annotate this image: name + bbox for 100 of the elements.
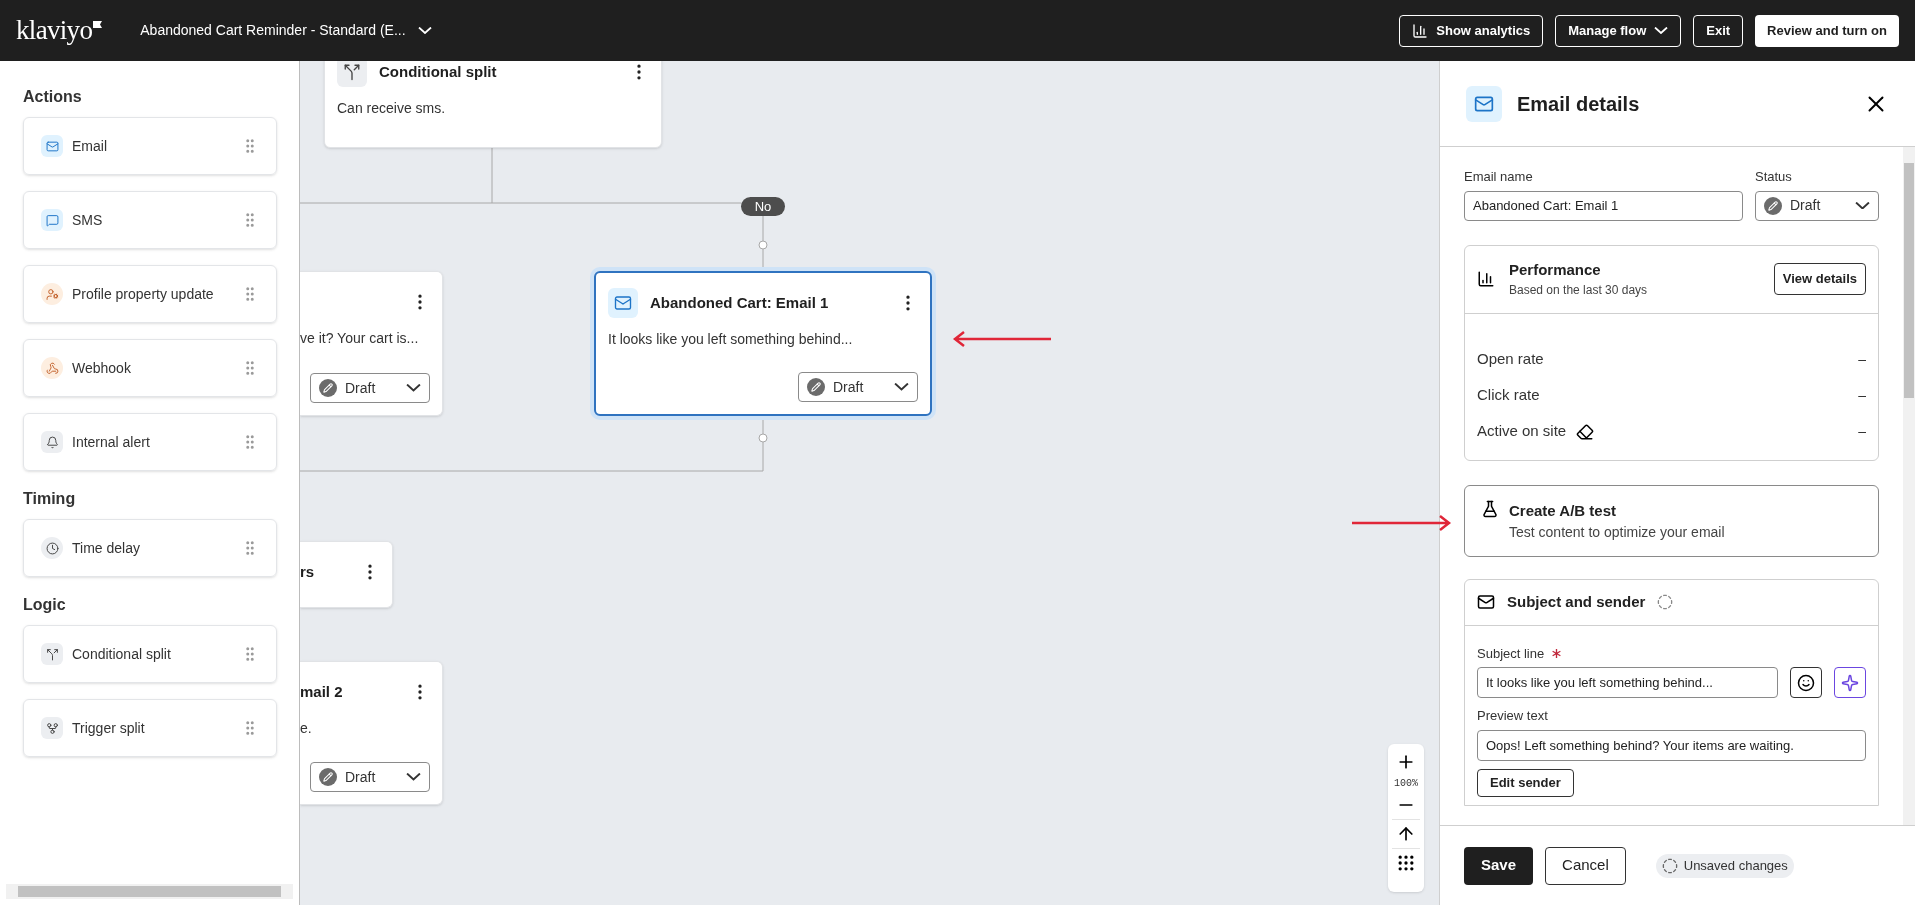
- branch-label: No: [741, 197, 785, 216]
- flow-node-card[interactable]: rs: [300, 541, 393, 608]
- envelope-icon: [1466, 85, 1502, 122]
- bell-icon: [41, 431, 63, 453]
- node-title: Conditional split: [379, 61, 497, 82]
- split-arrows-icon: [337, 61, 367, 87]
- view-details-button[interactable]: View details: [1773, 263, 1866, 295]
- bar-chart-icon: [1477, 270, 1495, 288]
- card-subtitle: Based on the last 30 days: [1509, 282, 1649, 300]
- unsaved-changes-badge: Unsaved changes: [1655, 853, 1794, 878]
- ai-assist-button[interactable]: [1834, 667, 1866, 698]
- field-label: Preview text: [1477, 707, 1549, 725]
- save-button[interactable]: Save: [1464, 846, 1534, 885]
- draft-icon: [807, 378, 825, 396]
- item-label: Profile property update: [72, 284, 215, 304]
- item-label: Email: [72, 136, 108, 156]
- metric-label: Click rate: [1477, 385, 1540, 406]
- sidebar-item[interactable]: Conditional split: [23, 625, 277, 683]
- item-label: Webhook: [72, 358, 132, 378]
- card-title: Create A/B test: [1509, 500, 1617, 521]
- item-label: SMS: [72, 210, 104, 230]
- header-button[interactable]: Show analytics: [1399, 14, 1544, 47]
- metric-value: –: [1858, 422, 1866, 441]
- metric-label: Open rate: [1477, 349, 1544, 370]
- node-description: Can receive sms.: [337, 99, 447, 118]
- flow-node-card[interactable]: mail 2 e. Draft: [300, 661, 443, 805]
- node-title: Abandoned Cart: Email 1: [650, 292, 829, 313]
- metric-value: –: [1858, 350, 1866, 369]
- status-select[interactable]: Draft: [798, 372, 918, 402]
- item-label: Time delay: [72, 538, 141, 558]
- chevron-down-icon: [1654, 27, 1669, 34]
- cancel-button[interactable]: Cancel: [1545, 846, 1626, 885]
- sidebar-item[interactable]: Webhook: [23, 339, 277, 397]
- draft-icon: [319, 768, 337, 786]
- dashed-circle-icon: [1657, 594, 1674, 610]
- node-title: mail 2: [300, 681, 343, 702]
- sparkle-icon: [1841, 673, 1859, 692]
- header-button[interactable]: Exit: [1693, 14, 1744, 47]
- eraser-icon[interactable]: [1576, 422, 1595, 441]
- field-label: Subject line: [1477, 644, 1545, 663]
- card-subtitle: Test content to optimize your email: [1509, 523, 1725, 542]
- panel-title: Email details: [1517, 91, 1640, 117]
- chevron-down-icon: [417, 27, 432, 34]
- node-description: It looks like you left something behind...: [608, 330, 854, 349]
- node-description: e.: [300, 719, 313, 738]
- flag-icon: [93, 20, 103, 29]
- field-label: Status: [1755, 168, 1793, 186]
- sidebar-item[interactable]: Email: [23, 117, 277, 175]
- header-button[interactable]: Manage flow: [1555, 14, 1682, 47]
- sidebar-item[interactable]: Profile property update: [23, 265, 277, 323]
- item-label: Internal alert: [72, 432, 151, 452]
- section-heading: Timing: [23, 489, 77, 509]
- envelope-icon: [1477, 593, 1495, 611]
- sidebar-item[interactable]: Trigger split: [23, 699, 277, 757]
- grid-dots-icon[interactable]: [1396, 853, 1416, 873]
- flow-node-card[interactable]: ve it? Your cart is... Draft: [300, 271, 443, 416]
- item-label: Trigger split: [72, 718, 146, 738]
- flask-icon: [1481, 499, 1499, 518]
- chevron-down-icon: [894, 383, 909, 391]
- draft-icon: [1764, 196, 1782, 215]
- status-select[interactable]: Draft: [310, 762, 430, 792]
- split-arrows-icon: [41, 643, 63, 665]
- flow-node-card[interactable]: Conditional split Can receive sms.: [324, 61, 662, 148]
- ab-test-card[interactable]: Create A/B test Test content to optimize your email: [1464, 484, 1879, 557]
- person-gear-icon: [41, 283, 63, 305]
- metric-label: Active on site: [1477, 421, 1567, 442]
- metric-value: –: [1858, 386, 1866, 405]
- envelope-icon: [41, 135, 63, 157]
- logo[interactable]: klaviyo: [16, 17, 93, 44]
- status-select[interactable]: Draft: [1755, 190, 1879, 221]
- bar-chart-icon: [1412, 22, 1429, 39]
- node-title: rs: [300, 561, 316, 582]
- fork-arrows-icon: [41, 717, 63, 739]
- smiley-icon: [1797, 673, 1815, 692]
- emoji-button[interactable]: [1790, 667, 1822, 698]
- section-heading: Logic: [23, 595, 67, 615]
- zoom-level: 100%: [1394, 777, 1418, 791]
- flow-title-dropdown[interactable]: Abandoned Cart Reminder - Standard (E...: [140, 20, 432, 41]
- webhook-icon: [41, 357, 63, 379]
- header-button[interactable]: Review and turn on: [1755, 14, 1899, 47]
- sidebar-item[interactable]: SMS: [23, 191, 277, 249]
- edit-sender-button[interactable]: Edit sender: [1477, 768, 1574, 797]
- chat-bubble-icon: [41, 209, 63, 231]
- horizontal-scrollbar[interactable]: [6, 884, 293, 899]
- node-description: ve it? Your cart is...: [300, 329, 420, 348]
- card-title: Subject and sender: [1507, 591, 1646, 612]
- email-name-field[interactable]: Abandoned Cart: Email 1: [1464, 190, 1743, 221]
- preview-text-field[interactable]: Oops! Left something behind? Your items are waiting.: [1477, 729, 1866, 761]
- field-label: Email name: [1464, 168, 1534, 186]
- status-select[interactable]: Draft: [310, 373, 430, 403]
- sidebar-item[interactable]: Time delay: [23, 519, 277, 577]
- connector-dot: [758, 240, 768, 250]
- envelope-icon: [608, 288, 638, 318]
- sidebar-item[interactable]: Internal alert: [23, 413, 277, 471]
- chevron-down-icon: [1855, 201, 1870, 210]
- draft-icon: [319, 379, 337, 397]
- chevron-down-icon: [406, 773, 421, 781]
- vertical-scrollbar[interactable]: [1903, 147, 1915, 825]
- subject-line-field[interactable]: It looks like you left something behind...: [1477, 667, 1778, 698]
- clock-icon: [41, 537, 63, 559]
